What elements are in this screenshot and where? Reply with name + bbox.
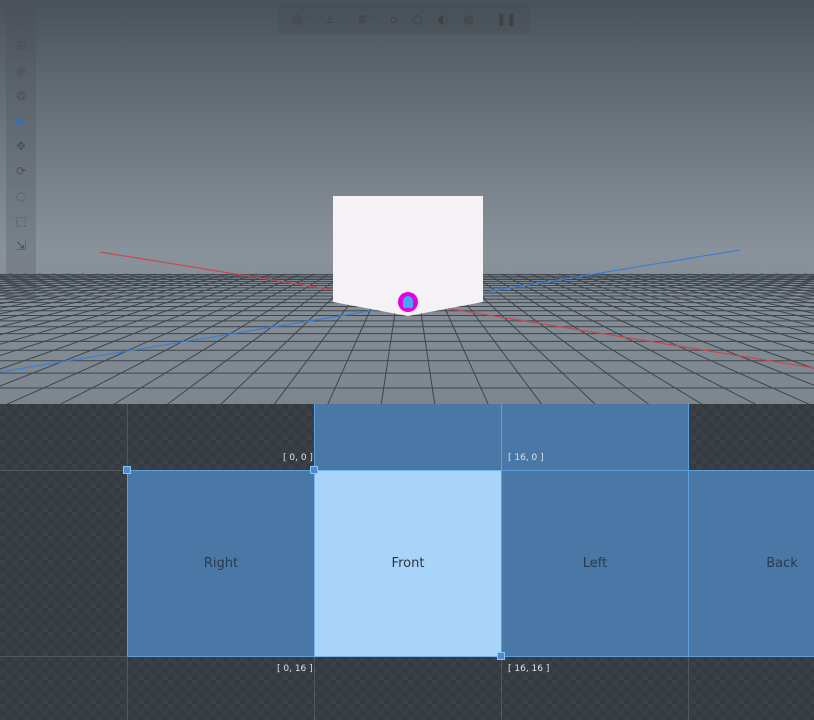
uv-face-back[interactable]: Back	[688, 470, 814, 657]
move-tool-button[interactable]: ✥	[10, 135, 32, 157]
stretch-icon: ⇲	[15, 239, 27, 253]
snap-button[interactable]: ⌂	[390, 12, 398, 26]
rotate-tool-button[interactable]: ⟳	[10, 160, 32, 182]
snap-icon: ⌂	[389, 12, 398, 26]
uv-face-label: Right	[203, 556, 239, 571]
hierarchy-icon: ⚲	[16, 14, 26, 28]
outline-button[interactable]: ○	[412, 12, 422, 26]
uv-coord-label: [ 0, 16 ]	[277, 664, 313, 674]
sphere-outline-icon: ○	[412, 12, 423, 26]
uv-face-right[interactable]: Right	[127, 470, 315, 657]
transform-space-button[interactable]: ⊥ ▼	[324, 12, 342, 26]
move-icon: ✥	[15, 139, 27, 153]
rotate-icon: ⟳	[15, 164, 27, 178]
mirror-modeling-icon: ≣	[357, 12, 368, 26]
uv-face-front[interactable]: Front	[314, 470, 502, 657]
uv-face-label: Left	[582, 556, 608, 571]
add-cube-icon: ⊞	[15, 39, 27, 53]
mirror-modeling-button[interactable]: ≣ ▼	[357, 12, 374, 26]
shading-button[interactable]: ◐	[438, 12, 448, 26]
lighting-button[interactable]: ◍ ▼	[463, 12, 481, 26]
display-mode-icon: ◎	[291, 12, 302, 26]
add-group-button[interactable]: ⊕	[10, 60, 32, 82]
3d-viewport[interactable]: ◎ ▼ ⊥ ▼ ≣ ▼ ⌂ ○ ◐ ◍ ▼ ❚❚ ⚲ ⊞ ⊕ ⚙ ▶ ✥ ⟳ ◌ ⬚	[0, 0, 814, 404]
settings-icon: ⚙	[15, 89, 27, 103]
transform-space-icon: ⊥	[324, 12, 335, 26]
uv-editor-panel[interactable]: Right Front Left Back [ 0, 0 ] [ 16, 0 ]…	[0, 404, 814, 720]
uv-face-label: Back	[766, 556, 798, 571]
display-mode-button[interactable]: ◎ ▼	[292, 12, 310, 26]
add-group-icon: ⊕	[15, 64, 27, 78]
resize-tool-button[interactable]: ⬚	[10, 210, 32, 232]
walk-mode-button[interactable]: ❚❚	[496, 12, 516, 26]
pivot-tool-button[interactable]: ◌	[10, 185, 32, 207]
uv-resize-handle[interactable]	[123, 466, 131, 474]
uv-face-top[interactable]	[314, 404, 502, 471]
settings-button[interactable]: ⚙	[10, 85, 32, 107]
uv-resize-handle[interactable]	[310, 466, 318, 474]
uv-coord-label: [ 16, 16 ]	[508, 664, 550, 674]
uv-face-label: Front	[391, 556, 425, 571]
uv-coord-label: [ 16, 0 ]	[508, 453, 544, 463]
viewport-toolbar: ◎ ▼ ⊥ ▼ ≣ ▼ ⌂ ○ ◐ ◍ ▼ ❚❚	[278, 4, 530, 34]
globe-icon: ◍	[463, 12, 474, 26]
stretch-tool-button[interactable]: ⇲	[10, 235, 32, 257]
footprints-icon: ❚❚	[496, 12, 517, 26]
pivot-icon: ◌	[15, 189, 27, 203]
cursor-tool-button[interactable]: ▶	[10, 110, 32, 132]
uv-face-left[interactable]: Left	[501, 470, 689, 657]
cursor-icon: ▶	[16, 114, 26, 128]
uv-resize-handle[interactable]	[497, 652, 505, 660]
hierarchy-button[interactable]: ⚲	[10, 10, 32, 32]
add-cube-button[interactable]: ⊞	[10, 35, 32, 57]
shading-icon: ◐	[437, 12, 449, 26]
uv-coord-label: [ 0, 0 ]	[283, 453, 313, 463]
pivot-point-icon[interactable]	[398, 292, 418, 312]
tools-toolbar: ⚲ ⊞ ⊕ ⚙ ▶ ✥ ⟳ ◌ ⬚ ⇲	[6, 4, 36, 300]
resize-icon: ⬚	[15, 214, 27, 228]
